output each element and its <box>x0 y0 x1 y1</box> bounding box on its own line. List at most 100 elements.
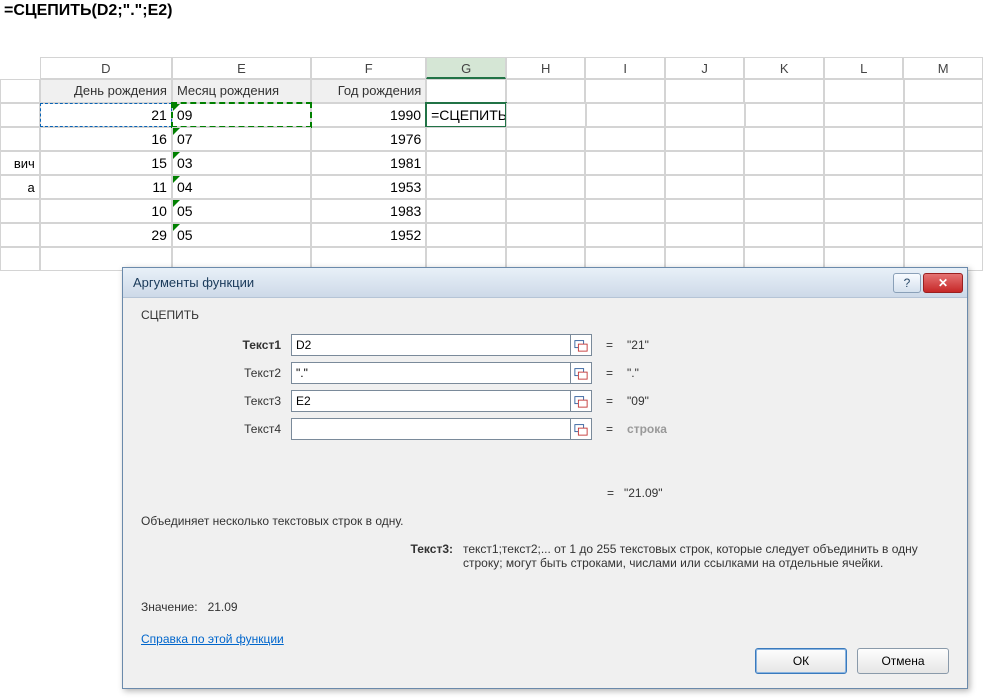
cell-E6[interactable]: 05 <box>172 199 311 223</box>
dialog-titlebar[interactable]: Аргументы функции ? ✕ <box>123 268 967 298</box>
col-header-D[interactable]: D <box>40 57 172 79</box>
cell-D7[interactable]: 29 <box>40 223 172 247</box>
rowhead-4[interactable]: вич <box>0 151 40 175</box>
cell[interactable] <box>744 175 824 199</box>
cell[interactable] <box>426 151 506 175</box>
range-select-button[interactable] <box>570 334 592 356</box>
cell[interactable] <box>665 151 745 175</box>
cell[interactable] <box>506 127 586 151</box>
range-select-button[interactable] <box>570 390 592 412</box>
cell[interactable] <box>744 199 824 223</box>
cell-L1[interactable] <box>824 79 904 103</box>
arg-input-2[interactable] <box>291 362 571 384</box>
cell-F3[interactable]: 1976 <box>311 127 426 151</box>
cell-F1[interactable]: Год рождения <box>311 79 426 103</box>
rowhead-3[interactable] <box>0 127 40 151</box>
cell[interactable] <box>744 151 824 175</box>
cell-F6[interactable]: 1983 <box>311 199 426 223</box>
cell[interactable] <box>824 127 904 151</box>
col-header-F[interactable]: F <box>311 57 426 79</box>
corner-cell[interactable] <box>0 57 40 79</box>
close-button[interactable]: ✕ <box>923 273 963 293</box>
cell[interactable] <box>824 175 904 199</box>
cell-I1[interactable] <box>585 79 665 103</box>
col-header-H[interactable]: H <box>506 57 586 79</box>
cell[interactable] <box>506 223 586 247</box>
cell[interactable] <box>904 199 983 223</box>
cell[interactable] <box>506 175 586 199</box>
cell[interactable] <box>904 223 983 247</box>
cell-G2[interactable]: =СЦЕПИТЬ(D2;".";E2) <box>426 103 506 127</box>
range-select-button[interactable] <box>570 362 592 384</box>
help-link[interactable]: Справка по этой функции <box>141 632 284 646</box>
cell[interactable] <box>426 175 506 199</box>
cell[interactable] <box>426 223 506 247</box>
cell-F7[interactable]: 1952 <box>311 223 426 247</box>
rowhead-6[interactable] <box>0 199 40 223</box>
cell[interactable] <box>585 199 665 223</box>
help-button[interactable]: ? <box>893 273 921 293</box>
range-select-button[interactable] <box>570 418 592 440</box>
cell[interactable] <box>824 223 904 247</box>
cell-D2[interactable]: 21 <box>40 103 172 127</box>
cell[interactable] <box>904 175 983 199</box>
cell-H1[interactable] <box>506 79 586 103</box>
rowhead-7[interactable] <box>0 223 40 247</box>
cell-D3[interactable]: 16 <box>40 127 172 151</box>
cell-D4[interactable]: 15 <box>40 151 172 175</box>
cell-H2[interactable] <box>506 103 585 127</box>
cell[interactable] <box>506 199 586 223</box>
cancel-button[interactable]: Отмена <box>857 648 949 674</box>
cell[interactable] <box>585 127 665 151</box>
cell-E1[interactable]: Месяц рождения <box>172 79 311 103</box>
cell-E2[interactable]: 09 <box>172 103 311 127</box>
arg-input-1[interactable] <box>291 334 571 356</box>
cell[interactable] <box>585 151 665 175</box>
col-header-K[interactable]: K <box>744 57 824 79</box>
ok-button[interactable]: ОК <box>755 648 847 674</box>
cell[interactable] <box>744 127 824 151</box>
arg-input-3[interactable] <box>291 390 571 412</box>
cell[interactable] <box>744 223 824 247</box>
cell-E7[interactable]: 05 <box>172 223 311 247</box>
cell-I2[interactable] <box>586 103 665 127</box>
cell-E3[interactable]: 07 <box>172 127 311 151</box>
cell[interactable] <box>824 199 904 223</box>
cell[interactable] <box>665 199 745 223</box>
cell[interactable] <box>665 175 745 199</box>
cell-E4[interactable]: 03 <box>172 151 311 175</box>
cell[interactable] <box>904 127 983 151</box>
cell-F2[interactable]: 1990 <box>311 103 426 127</box>
rowhead-2[interactable] <box>0 103 40 127</box>
cell-K1[interactable] <box>744 79 824 103</box>
cell-M1[interactable] <box>904 79 983 103</box>
col-header-E[interactable]: E <box>172 57 311 79</box>
cell[interactable] <box>665 223 745 247</box>
cell[interactable] <box>904 151 983 175</box>
col-header-M[interactable]: M <box>903 57 983 79</box>
cell[interactable] <box>585 223 665 247</box>
cell-G3[interactable] <box>426 127 506 151</box>
cell-D1[interactable]: День рождения <box>40 79 172 103</box>
rowhead-5[interactable]: а <box>0 175 40 199</box>
formula-bar[interactable]: =СЦЕПИТЬ(D2;".";E2) <box>0 0 983 22</box>
cell-D6[interactable]: 10 <box>40 199 172 223</box>
cell-J2[interactable] <box>665 103 744 127</box>
cell[interactable] <box>665 127 745 151</box>
cell[interactable] <box>585 175 665 199</box>
cell-F4[interactable]: 1981 <box>311 151 426 175</box>
cell-M2[interactable] <box>904 103 983 127</box>
cell-L2[interactable] <box>824 103 903 127</box>
col-header-G[interactable]: G <box>426 57 506 79</box>
cell[interactable] <box>426 199 506 223</box>
rowhead-1[interactable] <box>0 79 40 103</box>
rowhead[interactable] <box>0 247 40 271</box>
cell-G1[interactable] <box>426 79 506 103</box>
cell-K2[interactable] <box>745 103 824 127</box>
arg-input-4[interactable] <box>291 418 571 440</box>
cell-E5[interactable]: 04 <box>172 175 311 199</box>
cell[interactable] <box>824 151 904 175</box>
cell-J1[interactable] <box>665 79 745 103</box>
cell[interactable] <box>506 151 586 175</box>
col-header-J[interactable]: J <box>665 57 745 79</box>
